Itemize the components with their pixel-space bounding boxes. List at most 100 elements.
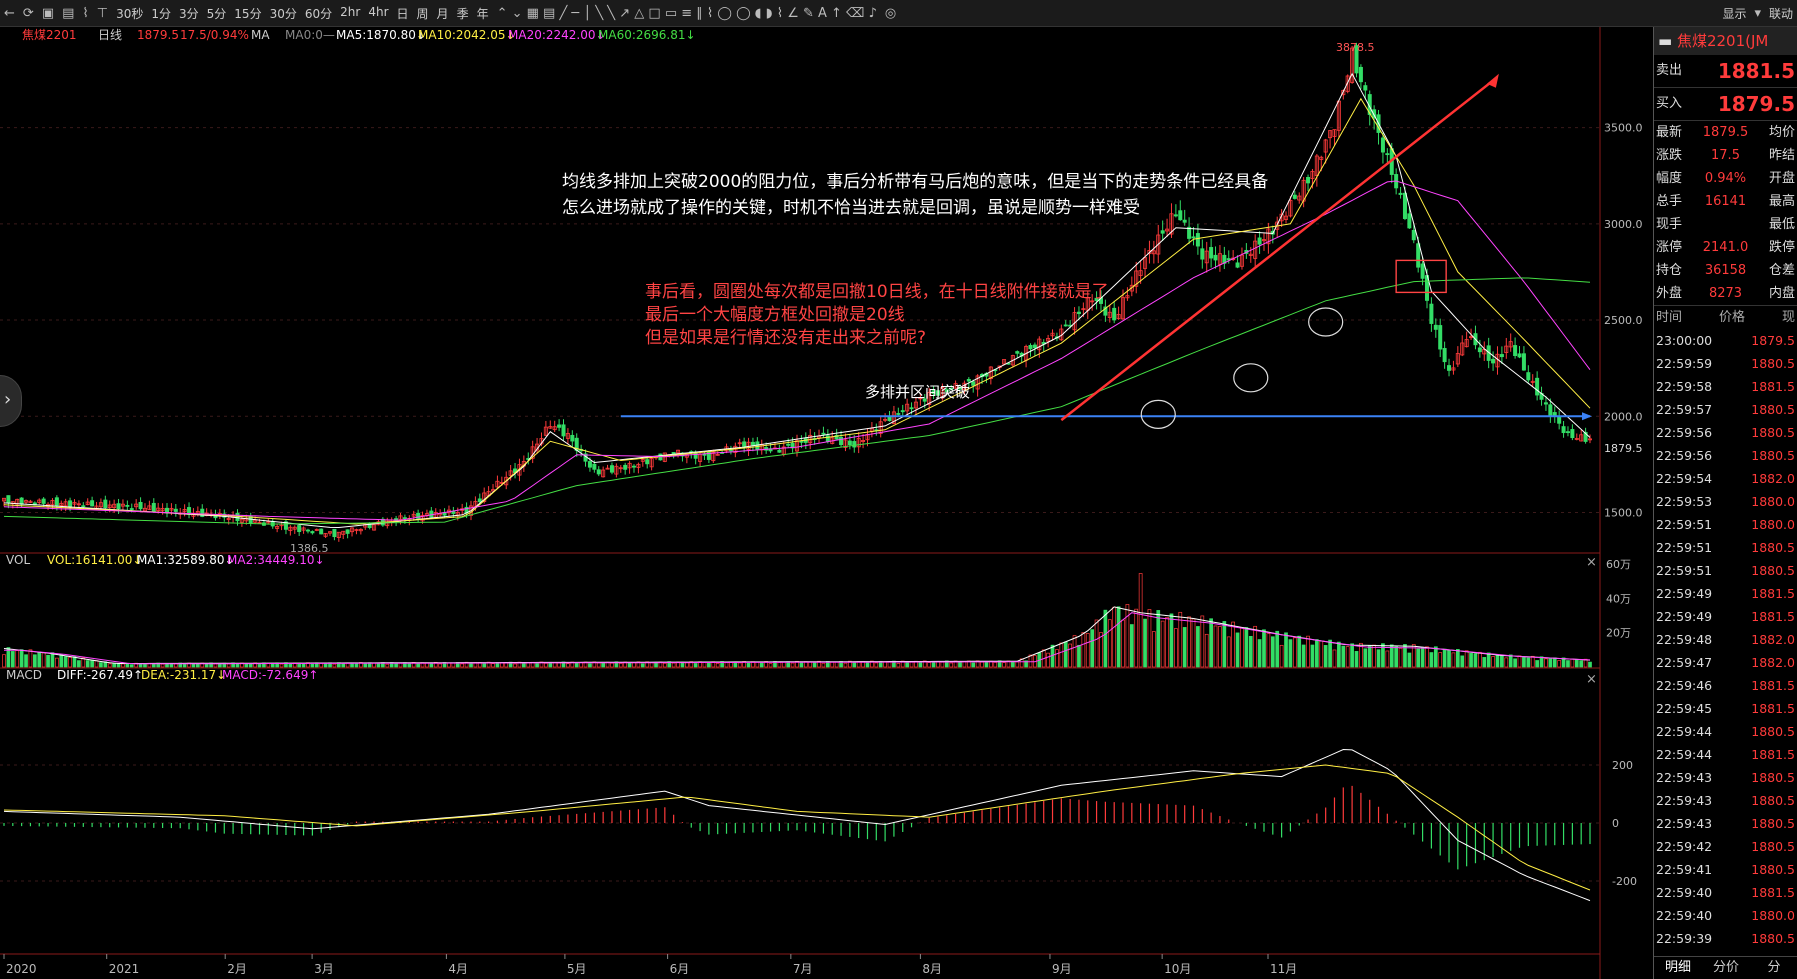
candle-body — [345, 529, 350, 534]
minus-icon[interactable]: ▬ — [1658, 32, 1677, 50]
high-price-label: 3878.5 — [1336, 41, 1375, 54]
panel-tab[interactable]: 明细 — [1654, 957, 1702, 979]
x-axis-label: 8月 — [922, 962, 942, 976]
period-tab[interactable]: 5分 — [203, 5, 231, 22]
tick-row[interactable]: 22:59:40 1880.0 — [1654, 904, 1797, 927]
back-icon[interactable]: ← — [0, 6, 19, 21]
volume-bar — [1310, 644, 1315, 668]
period-tab[interactable]: 周 — [413, 5, 433, 22]
text-tool-icon[interactable]: ⊤ — [93, 6, 112, 21]
period-label[interactable]: 日线 — [98, 28, 122, 42]
volume-bar — [1394, 646, 1399, 668]
bell-icon[interactable]: ◎ — [881, 6, 900, 21]
tick-row[interactable]: 22:59:56 1880.5 — [1654, 421, 1797, 444]
candle-body — [1200, 248, 1205, 260]
period-tab[interactable]: 季 — [453, 5, 473, 22]
period-tab[interactable]: 15分 — [230, 5, 265, 22]
panel-tab[interactable]: 分 — [1750, 957, 1797, 979]
period-tab[interactable]: 1分 — [147, 5, 175, 22]
period-tab[interactable]: 3分 — [175, 5, 203, 22]
tick-row[interactable]: 22:59:45 1881.5 — [1654, 697, 1797, 720]
macd-indicator-menu[interactable]: MACD — [6, 668, 42, 682]
tick-time: 22:59:58 — [1656, 379, 1713, 394]
period-tab[interactable]: 日 — [393, 5, 413, 22]
draw-tools-icon[interactable]: ⌃ ⌄ ▦ ▤ ╱ ─ │ ╲ ╲ ↗ △ □ ▭ ≡ ∥ ⌇ ◯ ◯ ◖ ◗ … — [493, 6, 881, 21]
tick-row[interactable]: 22:59:43 1880.5 — [1654, 789, 1797, 812]
ma-menu[interactable]: MA — [251, 28, 270, 42]
vol-indicator-menu[interactable]: VOL — [6, 553, 30, 567]
tick-row[interactable]: 22:59:47 1882.0 — [1654, 651, 1797, 674]
period-tab[interactable]: 4hr — [364, 5, 392, 22]
candle-body — [1160, 230, 1165, 234]
tick-row[interactable]: 22:59:49 1881.5 — [1654, 582, 1797, 605]
period-tab[interactable]: 30秒 — [112, 5, 147, 22]
link-button[interactable]: 联动 — [1765, 5, 1797, 22]
tick-row[interactable]: 22:59:51 1880.5 — [1654, 536, 1797, 559]
tick-list[interactable]: 23:00:00 1879.5 22:59:59 1880.5 22:59:58 1881… — [1654, 329, 1797, 950]
macd-close-icon[interactable]: × — [1586, 672, 1597, 687]
tick-row[interactable]: 22:59:46 1881.5 — [1654, 674, 1797, 697]
tick-row[interactable]: 22:59:51 1880.5 — [1654, 559, 1797, 582]
vol-ma2: MA2:34449.10↓ — [227, 553, 325, 567]
chevron-down-icon[interactable]: ▾ — [1750, 6, 1765, 21]
line-chart-icon[interactable]: ⌇ — [78, 6, 92, 21]
tick-row[interactable]: 22:59:54 1882.0 — [1654, 467, 1797, 490]
panel-tab[interactable]: 分价 — [1702, 957, 1750, 979]
volume-bar — [1196, 626, 1200, 668]
volume-bar — [363, 663, 368, 668]
open-folder-icon[interactable]: ▤ — [58, 6, 78, 21]
candle-body — [742, 441, 747, 447]
tick-row[interactable]: 23:00:00 1879.5 — [1654, 329, 1797, 352]
symbol-label[interactable]: 焦煤2201 — [22, 28, 77, 42]
tick-row[interactable]: 22:59:57 1880.5 — [1654, 398, 1797, 421]
quote-title[interactable]: ▬ 焦煤2201(JM — [1654, 27, 1797, 55]
tick-row[interactable]: 22:59:59 1880.5 — [1654, 352, 1797, 375]
tick-row[interactable]: 22:59:43 1880.5 — [1654, 812, 1797, 835]
period-tab[interactable]: 年 — [473, 5, 493, 22]
buy-row[interactable]: 买入 1879.5 — [1654, 88, 1797, 121]
tick-row[interactable]: 22:59:44 1880.5 — [1654, 720, 1797, 743]
period-tab[interactable]: 60分 — [301, 5, 336, 22]
volume-bar — [1389, 644, 1394, 668]
period-tab[interactable]: 30分 — [266, 5, 301, 22]
tick-row[interactable]: 22:59:39 1880.5 — [1654, 927, 1797, 950]
ma0-label: MA0:0— — [285, 28, 335, 42]
volume-bar — [1077, 644, 1081, 668]
volume-bar — [341, 663, 346, 668]
candle-body — [129, 508, 134, 510]
period-tab[interactable]: 月 — [433, 5, 453, 22]
tick-row[interactable]: 22:59:53 1880.0 — [1654, 490, 1797, 513]
tick-row[interactable]: 22:59:49 1881.5 — [1654, 605, 1797, 628]
tick-row[interactable]: 22:59:51 1880.0 — [1654, 513, 1797, 536]
volume-bar — [1508, 654, 1513, 668]
refresh-icon[interactable]: ⟳ — [19, 6, 38, 21]
panel-tabs: 明细 分价分 — [1654, 956, 1797, 979]
sell-row[interactable]: 卖出 1881.5 — [1654, 55, 1797, 88]
tick-row[interactable]: 22:59:42 1880.5 — [1654, 835, 1797, 858]
tick-row[interactable]: 22:59:41 1880.5 — [1654, 858, 1797, 881]
tick-row[interactable]: 22:59:44 1881.5 — [1654, 743, 1797, 766]
volume-bar — [288, 663, 293, 668]
stat-label: 幅度 — [1656, 171, 1683, 186]
vol-close-icon[interactable]: × — [1586, 555, 1597, 570]
tick-price: 1881.5 — [1751, 678, 1795, 693]
kline-chart[interactable]: 1500.0 2000.0 2500.0 3000.0 3500.0 20万 40万 60万 2… — [0, 27, 1653, 979]
tick-row[interactable]: 22:59:40 1881.5 — [1654, 881, 1797, 904]
volume-tick-label: 20万 — [1606, 627, 1631, 640]
volume-bar — [693, 663, 698, 668]
period-tab[interactable]: 2hr — [336, 5, 364, 22]
annotation-red-line2: 最后一个大幅度方框处回撤是20线 — [645, 305, 905, 325]
tick-row[interactable]: 22:59:48 1882.0 — [1654, 628, 1797, 651]
volume-bar — [746, 662, 751, 668]
tick-row[interactable]: 22:59:56 1880.5 — [1654, 444, 1797, 467]
tick-row[interactable]: 22:59:43 1880.5 — [1654, 766, 1797, 789]
display-menu[interactable]: 显示 — [1718, 5, 1750, 22]
volume-bar — [1566, 660, 1570, 668]
volume-bar — [59, 654, 64, 668]
save-icon[interactable]: ▣ — [38, 6, 58, 21]
volume-bar — [301, 663, 306, 668]
tick-row[interactable]: 22:59:58 1881.5 — [1654, 375, 1797, 398]
candle-body — [1543, 402, 1548, 405]
candle-body — [1032, 344, 1037, 349]
volume-bar — [1535, 660, 1539, 668]
